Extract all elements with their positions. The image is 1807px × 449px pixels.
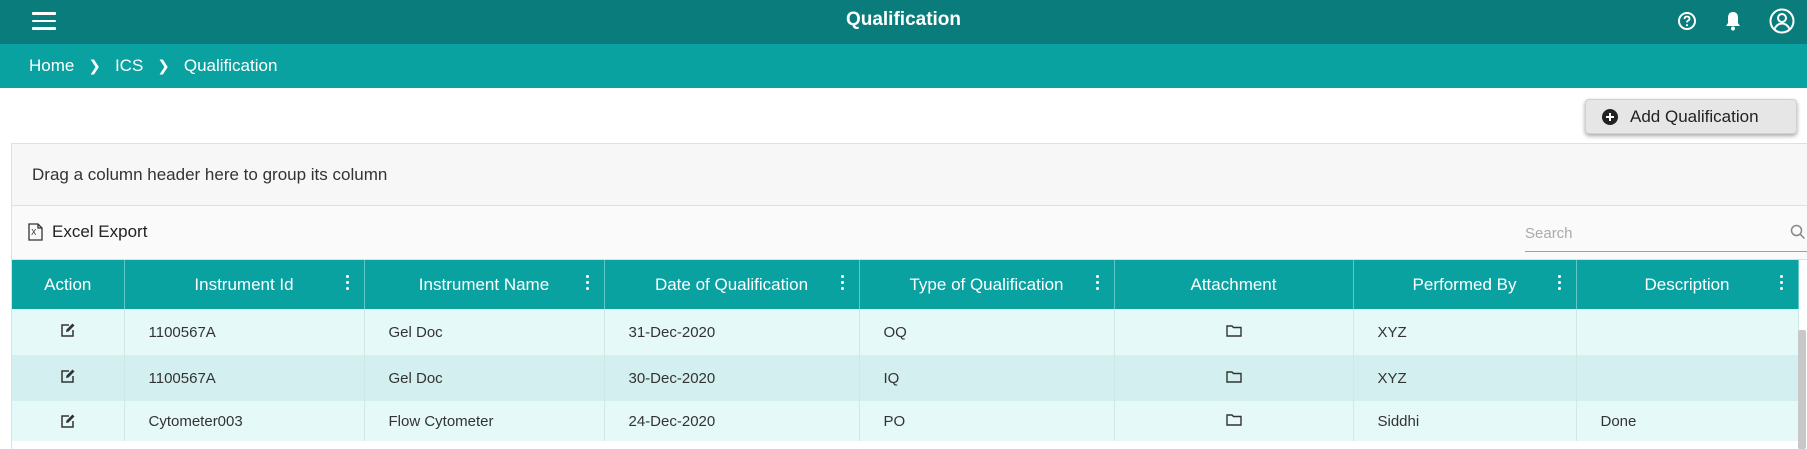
performed-by-cell: Siddhi	[1353, 401, 1577, 441]
folder-icon[interactable]	[1225, 370, 1242, 383]
performed-by-cell: XYZ	[1353, 309, 1577, 355]
description-cell	[1576, 355, 1799, 401]
column-header-action[interactable]: Action	[12, 260, 125, 309]
column-menu-icon[interactable]	[345, 275, 350, 293]
breadcrumb-home[interactable]: Home	[29, 56, 74, 76]
instrument-id-cell: 1100567A	[124, 309, 365, 355]
action-cell	[12, 309, 125, 355]
table-row[interactable]: 1100567A Gel Doc 30-Dec-2020 IQ XYZ	[12, 355, 1799, 401]
group-panel[interactable]: Drag a column header here to group its c…	[12, 144, 1807, 206]
column-menu-icon[interactable]	[840, 275, 845, 293]
search-input[interactable]	[1525, 218, 1785, 248]
plus-circle-icon	[1602, 108, 1618, 125]
column-menu-icon[interactable]	[1557, 275, 1562, 293]
edit-icon[interactable]	[60, 413, 76, 429]
data-table: Action Instrument Id Instrument Name Dat…	[12, 260, 1799, 441]
description-cell	[1576, 309, 1799, 355]
add-qualification-label: Add Qualification	[1630, 106, 1759, 126]
column-header-description[interactable]: Description	[1576, 260, 1799, 309]
column-header-attachment[interactable]: Attachment	[1114, 260, 1354, 309]
attachment-cell	[1114, 309, 1354, 355]
column-header-instrument-name[interactable]: Instrument Name	[364, 260, 605, 309]
add-qualification-button[interactable]: Add Qualification	[1585, 99, 1797, 134]
date-cell: 30-Dec-2020	[604, 355, 860, 401]
attachment-cell	[1114, 355, 1354, 401]
action-cell	[12, 355, 125, 401]
type-cell: OQ	[859, 309, 1115, 355]
user-avatar-icon[interactable]	[1769, 8, 1795, 34]
column-menu-icon[interactable]	[585, 275, 590, 293]
type-cell: PO	[859, 401, 1115, 441]
chevron-right-icon: ❯	[157, 58, 170, 75]
edit-icon[interactable]	[60, 322, 76, 338]
column-header-instrument-id[interactable]: Instrument Id	[124, 260, 365, 309]
column-menu-icon[interactable]	[1095, 275, 1100, 293]
folder-icon[interactable]	[1225, 324, 1242, 337]
edit-icon[interactable]	[60, 368, 76, 384]
date-cell: 31-Dec-2020	[604, 309, 860, 355]
folder-icon[interactable]	[1225, 413, 1242, 426]
vertical-scrollbar[interactable]	[1798, 330, 1806, 449]
table-row[interactable]: Cytometer003 Flow Cytometer 24-Dec-2020 …	[12, 401, 1799, 441]
instrument-id-cell: Cytometer003	[124, 401, 365, 441]
excel-export-label: Excel Export	[52, 222, 148, 241]
excel-export-button[interactable]: X Excel Export	[28, 222, 147, 242]
column-header-performed-by[interactable]: Performed By	[1353, 260, 1577, 309]
attachment-cell	[1114, 401, 1354, 441]
action-cell	[12, 401, 125, 441]
excel-file-icon: X	[28, 223, 43, 241]
breadcrumb-qualification[interactable]: Qualification	[184, 56, 278, 76]
instrument-name-cell: Gel Doc	[364, 355, 605, 401]
breadcrumb: Home ❯ ICS ❯ Qualification	[0, 44, 1807, 88]
description-cell: Done	[1576, 401, 1799, 441]
date-cell: 24-Dec-2020	[604, 401, 860, 441]
svg-text:X: X	[31, 228, 37, 237]
column-header-type-of-qualification[interactable]: Type of Qualification	[859, 260, 1115, 309]
chevron-right-icon: ❯	[88, 58, 101, 75]
instrument-id-cell: 1100567A	[124, 355, 365, 401]
search-box	[1525, 218, 1807, 252]
breadcrumb-ics[interactable]: ICS	[115, 56, 143, 76]
instrument-name-cell: Gel Doc	[364, 309, 605, 355]
performed-by-cell: XYZ	[1353, 355, 1577, 401]
notification-bell-icon[interactable]	[1723, 10, 1743, 32]
search-icon[interactable]	[1790, 224, 1806, 240]
page-title: Qualification	[845, 9, 962, 30]
instrument-name-cell: Flow Cytometer	[364, 401, 605, 441]
grid-toolbar: X Excel Export	[12, 206, 1807, 260]
help-icon[interactable]	[1677, 11, 1697, 31]
table-row[interactable]: 1100567A Gel Doc 31-Dec-2020 OQ XYZ	[12, 309, 1799, 355]
type-cell: IQ	[859, 355, 1115, 401]
column-menu-icon[interactable]	[1779, 275, 1784, 293]
top-bar: Qualification	[0, 0, 1807, 44]
group-panel-text: Drag a column header here to group its c…	[32, 164, 388, 184]
qualification-grid: Drag a column header here to group its c…	[11, 143, 1807, 449]
header-row: Action Instrument Id Instrument Name Dat…	[12, 260, 1799, 309]
column-header-date-of-qualification[interactable]: Date of Qualification	[604, 260, 860, 309]
